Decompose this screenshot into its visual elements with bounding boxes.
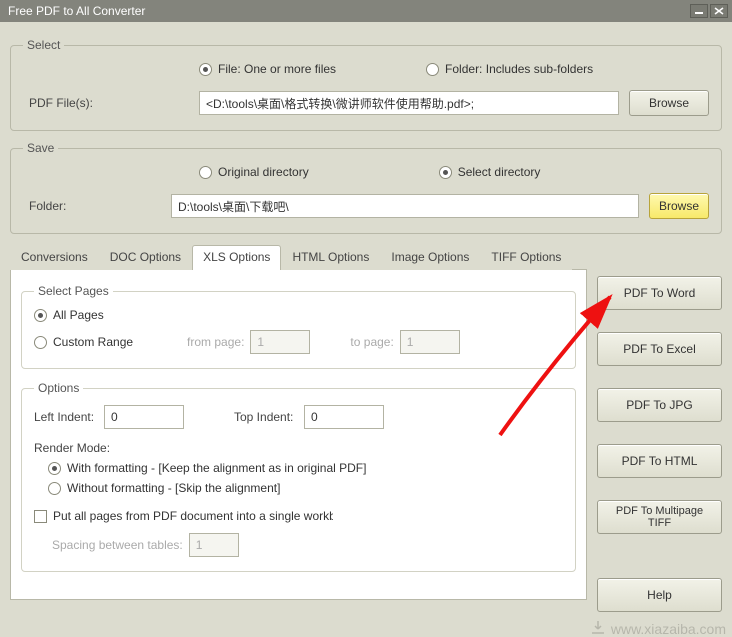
spacing-input[interactable]: [189, 533, 239, 557]
pdf-to-tiff-button[interactable]: PDF To Multipage TIFF: [597, 500, 722, 534]
render-mode-label: Render Mode:: [34, 441, 563, 455]
original-dir-radio[interactable]: Original directory: [199, 165, 309, 179]
pdf-files-input[interactable]: [199, 91, 619, 115]
options-tabstrip: Conversions DOC Options XLS Options HTML…: [10, 244, 587, 270]
tab-doc-options[interactable]: DOC Options: [99, 245, 192, 270]
to-page-input[interactable]: [400, 330, 460, 354]
single-workbook-label: Put all pages from PDF document into a s…: [53, 509, 333, 523]
folder-label: Folder:: [23, 199, 171, 213]
tab-image-options[interactable]: Image Options: [380, 245, 480, 270]
download-icon: [589, 619, 607, 637]
from-page-label: from page:: [187, 335, 244, 349]
pdf-to-excel-button[interactable]: PDF To Excel: [597, 332, 722, 366]
spacing-label: Spacing between tables:: [52, 538, 183, 552]
close-button[interactable]: [710, 4, 728, 18]
browse-folder-button[interactable]: Browse: [649, 193, 709, 219]
tab-tiff-options[interactable]: TIFF Options: [480, 245, 572, 270]
top-indent-label: Top Indent:: [234, 410, 304, 424]
watermark: www.xiazaiba.com: [589, 597, 726, 637]
folder-radio[interactable]: Folder: Includes sub-folders: [426, 62, 593, 76]
window-title: Free PDF to All Converter: [8, 4, 688, 18]
file-radio-label: File: One or more files: [218, 62, 336, 76]
options-group: Options Left Indent: Top Indent: Render …: [21, 381, 576, 572]
watermark-text: www.xiazaiba.com: [611, 621, 726, 637]
save-group: Save Original directory Select directory…: [10, 141, 722, 234]
select-pages-group: Select Pages All Pages Custom Range from…: [21, 284, 576, 369]
folder-input[interactable]: [171, 194, 639, 218]
select-pages-legend: Select Pages: [34, 284, 113, 298]
without-formatting-label: Without formatting - [Skip the alignment…: [67, 481, 280, 495]
left-indent-label: Left Indent:: [34, 410, 104, 424]
title-bar: Free PDF to All Converter: [0, 0, 732, 22]
with-formatting-radio[interactable]: With formatting - [Keep the alignment as…: [48, 461, 366, 475]
tab-html-options[interactable]: HTML Options: [281, 245, 380, 270]
select-dir-label: Select directory: [458, 165, 541, 179]
folder-radio-label: Folder: Includes sub-folders: [445, 62, 593, 76]
to-page-label: to page:: [350, 335, 393, 349]
minimize-button[interactable]: [690, 4, 708, 18]
xls-options-panel: Select Pages All Pages Custom Range from…: [10, 270, 587, 600]
left-indent-input[interactable]: [104, 405, 184, 429]
select-group: Select File: One or more files Folder: I…: [10, 38, 722, 131]
original-dir-label: Original directory: [218, 165, 309, 179]
select-dir-radio[interactable]: Select directory: [439, 165, 541, 179]
tab-conversions[interactable]: Conversions: [10, 245, 99, 270]
all-pages-label: All Pages: [53, 308, 104, 322]
action-buttons: PDF To Word PDF To Excel PDF To JPG PDF …: [597, 244, 722, 612]
pdf-to-word-button[interactable]: PDF To Word: [597, 276, 722, 310]
top-indent-input[interactable]: [304, 405, 384, 429]
from-page-input[interactable]: [250, 330, 310, 354]
pdf-files-label: PDF File(s):: [23, 96, 199, 110]
options-legend: Options: [34, 381, 83, 395]
select-legend: Select: [23, 38, 64, 52]
save-legend: Save: [23, 141, 58, 155]
pdf-to-html-button[interactable]: PDF To HTML: [597, 444, 722, 478]
all-pages-radio[interactable]: All Pages: [34, 308, 104, 322]
browse-pdf-button[interactable]: Browse: [629, 90, 709, 116]
single-workbook-check[interactable]: Put all pages from PDF document into a s…: [34, 509, 333, 523]
file-radio[interactable]: File: One or more files: [199, 62, 336, 76]
custom-range-label: Custom Range: [53, 335, 133, 349]
custom-range-radio[interactable]: Custom Range: [34, 335, 133, 349]
pdf-to-jpg-button[interactable]: PDF To JPG: [597, 388, 722, 422]
without-formatting-radio[interactable]: Without formatting - [Skip the alignment…: [48, 481, 280, 495]
tab-xls-options[interactable]: XLS Options: [192, 245, 281, 270]
with-formatting-label: With formatting - [Keep the alignment as…: [67, 461, 366, 475]
